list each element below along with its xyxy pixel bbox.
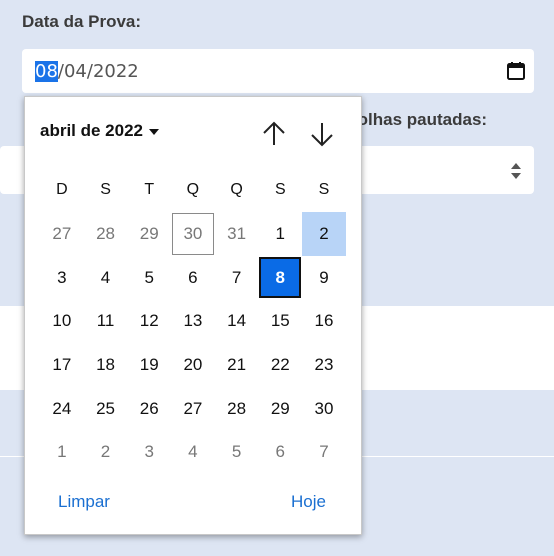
calendar-day-hovered[interactable]: 2 [302,212,346,256]
clear-button[interactable]: Limpar [58,492,110,512]
calendar-day[interactable]: 3 [40,256,84,300]
calendar-day[interactable]: 17 [40,343,84,387]
weekday-label: T [144,181,155,198]
calendar-day[interactable]: 31 [215,212,259,256]
calendar-day[interactable]: 10 [40,299,84,343]
calendar-day[interactable]: 3 [127,430,171,474]
calendar-day[interactable]: 24 [40,387,84,431]
calendar-day[interactable]: 21 [215,343,259,387]
calendar-day[interactable]: 7 [302,430,346,474]
calendar-icon[interactable] [506,61,526,81]
date-rest-segment[interactable]: /04/2022 [58,61,139,82]
calendar-day[interactable]: 6 [258,430,302,474]
calendar-day[interactable]: 5 [127,256,171,300]
month-year-label: abril de 2022 [40,121,144,140]
today-button[interactable]: Hoje [291,492,326,512]
calendar-day[interactable]: 15 [258,299,302,343]
calendar-day[interactable]: 30 [302,387,346,431]
previous-month-arrow-icon[interactable] [261,121,287,147]
calendar-day[interactable]: 4 [84,256,128,300]
date-picker-popup: abril de 2022 D S T Q Q S S 27 28 29 30 … [24,96,362,535]
stepper-arrows-icon[interactable] [510,162,522,180]
calendar-day[interactable]: 27 [40,212,84,256]
weekday-label: Q [230,181,243,198]
calendar-day[interactable]: 1 [258,212,302,256]
weekday-label: S [100,181,111,198]
date-value[interactable]: 08/04/2022 [35,61,139,82]
calendar-day[interactable]: 27 [171,387,215,431]
calendar-day[interactable]: 11 [84,299,128,343]
calendar-day[interactable]: 20 [171,343,215,387]
calendar-day[interactable]: 7 [215,256,259,300]
calendar-day[interactable]: 19 [127,343,171,387]
calendar-day[interactable]: 2 [84,430,128,474]
weekday-label: S [318,181,330,198]
calendar-day[interactable]: 14 [215,299,259,343]
calendar-day-focused[interactable]: 30 [172,213,214,255]
calendar-day[interactable]: 26 [127,387,171,431]
calendar-day[interactable]: 29 [127,212,171,256]
calendar-day[interactable]: 4 [171,430,215,474]
calendar-day[interactable]: 22 [258,343,302,387]
date-field-label: Data da Prova: [22,12,142,31]
date-day-segment[interactable]: 08 [35,61,58,82]
caret-down-icon [149,129,160,135]
calendar-day[interactable]: 23 [302,343,346,387]
calendar-day[interactable]: 9 [302,256,346,300]
month-year-selector[interactable]: abril de 2022 [40,121,160,141]
calendar-day[interactable]: 28 [215,387,259,431]
calendar-day[interactable]: 12 [127,299,171,343]
next-month-arrow-icon[interactable] [309,121,335,147]
calendar-day[interactable]: 1 [40,430,84,474]
weekday-header: D S T Q Q S S [40,181,346,199]
ruled-sheets-label: folhas pautadas: [352,110,488,129]
date-input[interactable]: 08/04/2022 [22,49,534,93]
calendar-day[interactable]: 18 [84,343,128,387]
weekday-label: Q [186,181,200,198]
weekday-label: S [274,181,286,198]
calendar-day[interactable]: 5 [215,430,259,474]
weekday-label: D [56,181,68,198]
calendar-day[interactable]: 29 [258,387,302,431]
calendar-day[interactable]: 28 [84,212,128,256]
calendar-grid: 27 28 29 30 31 1 2 3 4 5 6 7 8 9 10 11 1… [40,212,346,474]
calendar-day[interactable]: 13 [171,299,215,343]
calendar-day[interactable]: 6 [171,256,215,300]
calendar-day-selected[interactable]: 8 [259,256,302,299]
calendar-day[interactable]: 16 [302,299,346,343]
calendar-day[interactable]: 25 [84,387,128,431]
